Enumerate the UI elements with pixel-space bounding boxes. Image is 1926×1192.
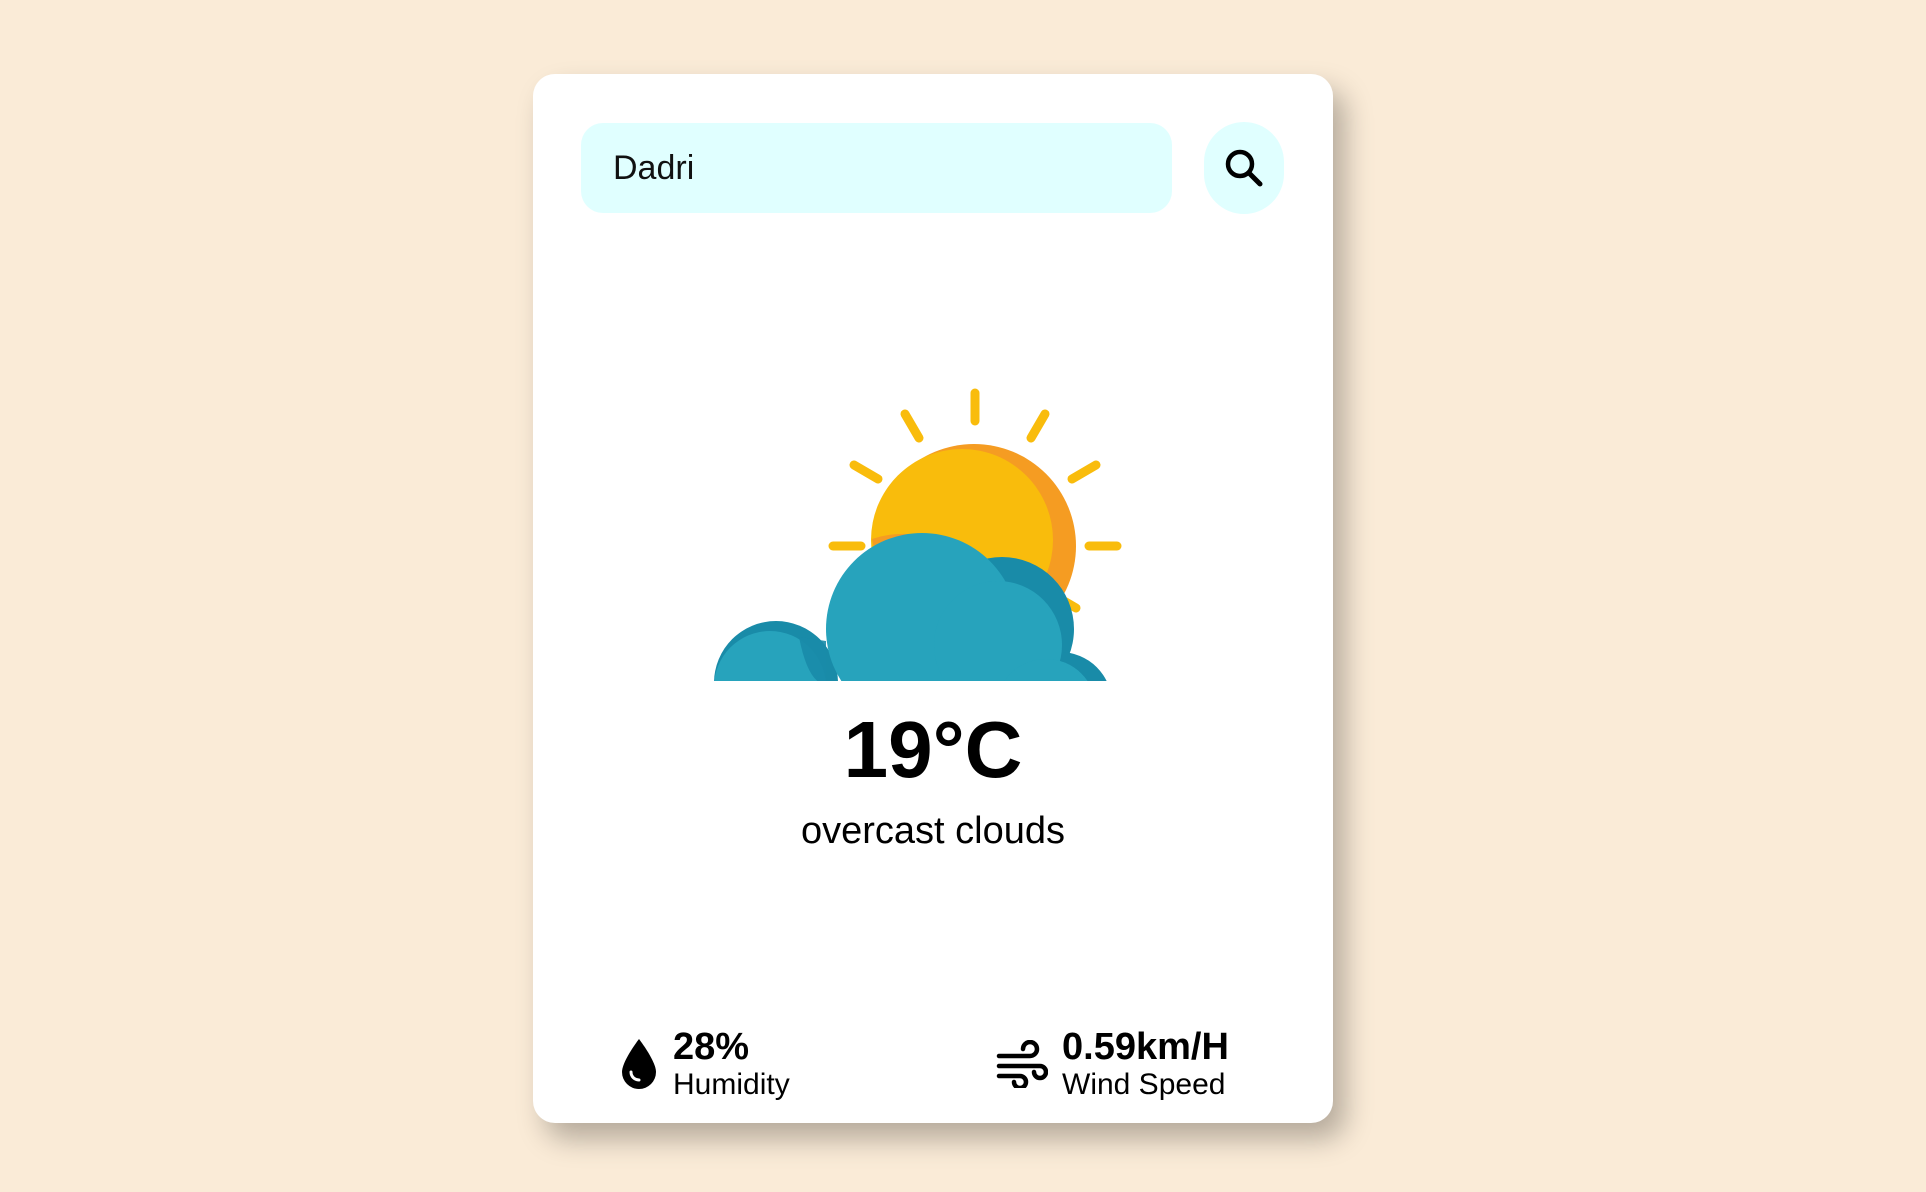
wind-icon <box>996 1040 1048 1089</box>
temperature: 19°C <box>843 705 1023 794</box>
search-box <box>581 123 1172 213</box>
water-drop-icon <box>619 1037 659 1091</box>
wind-speed-label: Wind Speed <box>1062 1067 1226 1101</box>
search-icon <box>1225 149 1263 187</box>
weather-card: 19°C overcast clouds 28% Humidity 0.5 <box>533 74 1333 1123</box>
wind-text: 0.59km/H Wind Speed <box>1062 1026 1229 1101</box>
search-input[interactable] <box>581 123 1172 213</box>
wind-detail: 0.59km/H Wind Speed <box>996 1026 1229 1101</box>
humidity-detail: 28% Humidity <box>619 1026 790 1101</box>
search-button[interactable] <box>1204 122 1284 214</box>
humidity-label: Humidity <box>673 1067 790 1101</box>
weather-description: overcast clouds <box>800 810 1065 852</box>
wind-speed-value: 0.59km/H <box>1062 1026 1229 1068</box>
sun-behind-cloud-icon <box>714 388 1122 681</box>
humidity-value: 28% <box>673 1026 750 1068</box>
humidity-text: 28% Humidity <box>673 1026 790 1101</box>
